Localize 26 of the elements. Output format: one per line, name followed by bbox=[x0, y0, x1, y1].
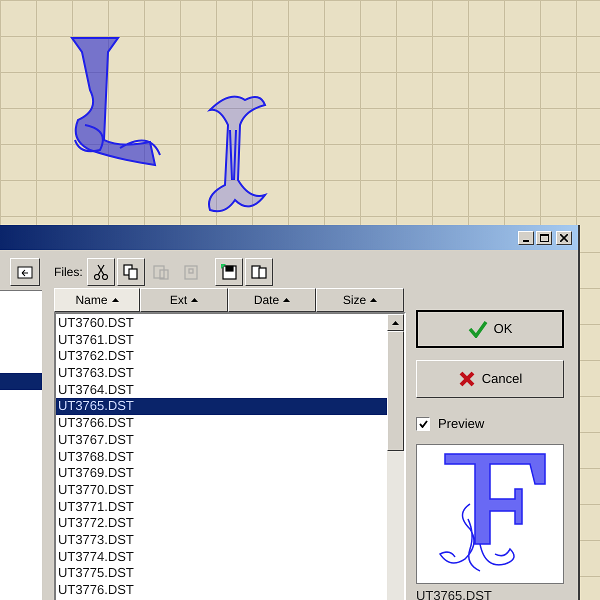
column-header[interactable]: Ext bbox=[140, 288, 228, 312]
cancel-button[interactable]: Cancel bbox=[416, 360, 564, 398]
file-item[interactable]: UT3771.DST bbox=[56, 498, 387, 516]
file-item[interactable]: UT3768.DST bbox=[56, 448, 387, 466]
file-item[interactable]: UT3766.DST bbox=[56, 415, 387, 432]
file-item[interactable]: UT3774.DST bbox=[56, 548, 387, 566]
file-item[interactable]: UT3763.DST bbox=[56, 365, 387, 382]
ok-button[interactable]: OK bbox=[416, 310, 564, 348]
file-item[interactable]: UT3776.DST bbox=[56, 582, 387, 599]
files-label: Files: bbox=[54, 264, 83, 281]
file-item[interactable]: UT3767.DST bbox=[56, 432, 387, 448]
column-header[interactable]: Name bbox=[54, 288, 140, 312]
column-header[interactable]: Size bbox=[316, 288, 404, 312]
column-header[interactable]: Date bbox=[228, 288, 316, 312]
file-item[interactable]: UT3770.DST bbox=[56, 482, 387, 499]
file-item[interactable]: UT3772.DST bbox=[56, 515, 387, 532]
file-item[interactable]: UT3764.DST bbox=[56, 382, 387, 398]
file-item[interactable]: UT3762.DST bbox=[56, 348, 387, 366]
preview-label: Preview bbox=[438, 415, 484, 433]
file-item[interactable]: UT3775.DST bbox=[56, 565, 387, 582]
file-item[interactable]: UT3765.DST bbox=[56, 398, 387, 416]
file-item[interactable]: UT3773.DST bbox=[56, 532, 387, 549]
preview-filename: UT3765.DST bbox=[416, 588, 493, 600]
file-item[interactable]: UT3761.DST bbox=[56, 332, 387, 348]
file-item[interactable]: UT3769.DST bbox=[56, 465, 387, 482]
file-item[interactable]: UT3760.DST bbox=[56, 315, 387, 332]
